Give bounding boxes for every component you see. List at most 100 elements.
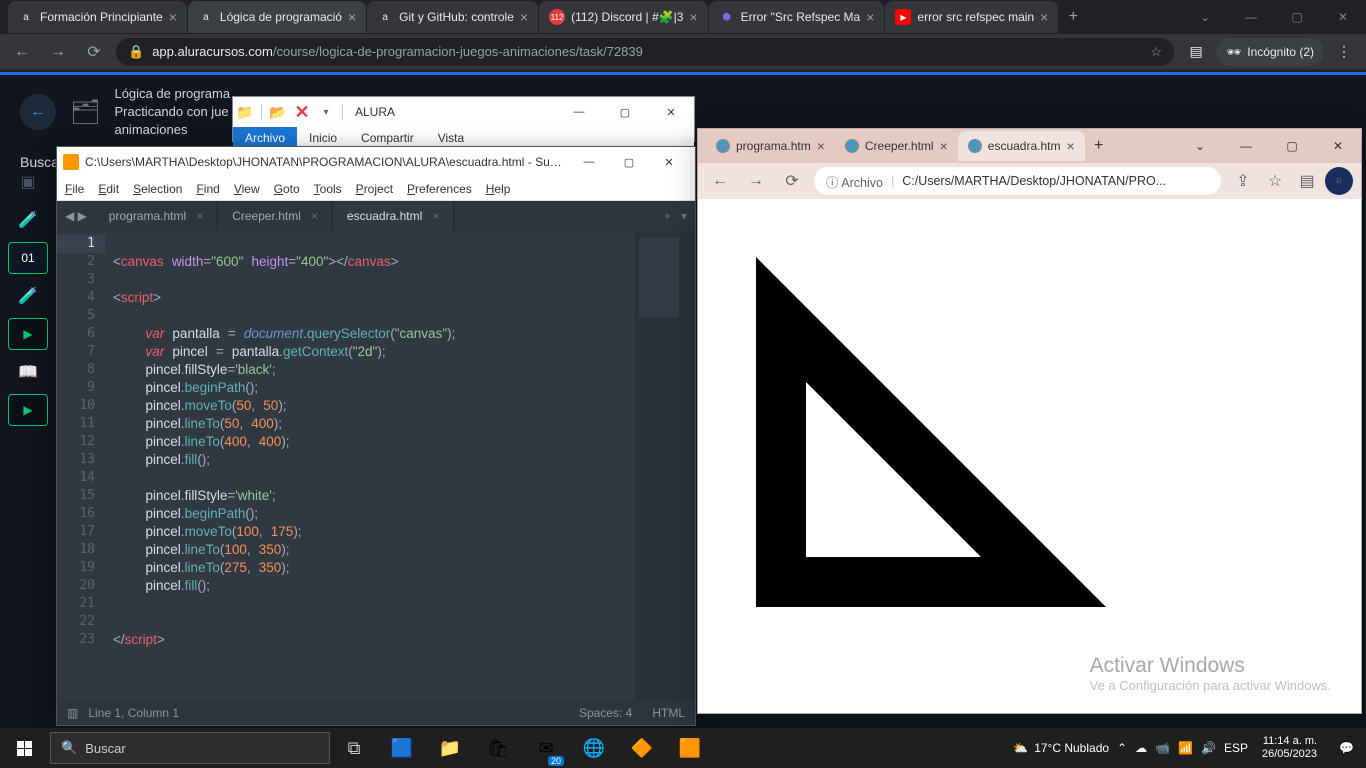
menu-edit[interactable]: Edit <box>98 182 119 196</box>
chrome-window-preview[interactable]: 🌐programa.htm× 🌐Creeper.html× 🌐escuadra.… <box>697 128 1362 714</box>
maximize-icon[interactable]: ▢ <box>609 147 649 177</box>
address-bar[interactable]: 🔒 app.aluracursos.com/course/logica-de-p… <box>116 38 1174 66</box>
browser-tab[interactable]: aGit y GitHub: controle× <box>367 1 538 33</box>
new-tab-button[interactable]: + <box>1059 8 1087 26</box>
store-icon[interactable]: 🛍 <box>474 728 522 768</box>
chevron-down-icon[interactable]: ▾ <box>317 103 335 121</box>
chevron-down-icon[interactable]: ⌄ <box>1182 0 1228 34</box>
menu-find[interactable]: Find <box>196 182 219 196</box>
close-icon[interactable]: × <box>689 9 697 25</box>
star-icon[interactable]: ☆ <box>1261 167 1289 195</box>
meet-now-icon[interactable]: 📹 <box>1155 741 1170 755</box>
close-icon[interactable]: × <box>196 209 203 223</box>
close-icon[interactable]: × <box>311 209 318 223</box>
menu-view[interactable]: View <box>234 182 260 196</box>
sidebar-icon[interactable]: ▣ <box>8 166 48 198</box>
new-tab-button[interactable]: + <box>1085 137 1113 155</box>
language-indicator[interactable]: ESP <box>1224 741 1248 755</box>
close-icon[interactable]: × <box>520 9 528 25</box>
sublime-window[interactable]: C:\Users\MARTHA\Desktop\JHONATAN\PROGRAM… <box>56 146 696 726</box>
close-icon[interactable]: × <box>1066 138 1074 154</box>
close-icon[interactable]: × <box>940 138 948 154</box>
incognito-indicator[interactable]: 🕶 Incógnito (2) <box>1216 38 1324 66</box>
minimize-icon[interactable]: — <box>1228 0 1274 34</box>
editor-tab[interactable]: escuadra.html× <box>333 201 454 231</box>
close-icon[interactable]: ✕ <box>1320 0 1366 34</box>
sidebar-icon[interactable]: 🧪 <box>8 204 48 236</box>
address-bar[interactable]: ⓘ Archivo | C:/Users/MARTHA/Desktop/JHON… <box>814 167 1221 195</box>
chevron-up-icon[interactable]: ⌃ <box>1117 741 1127 755</box>
weather-widget[interactable]: ⛅ 17°C Nublado <box>1013 741 1109 755</box>
close-icon[interactable]: ✕ <box>649 147 689 177</box>
minimize-icon[interactable]: — <box>556 97 602 127</box>
mail-icon[interactable]: ✉20 <box>522 728 570 768</box>
forward-button[interactable]: → <box>44 38 72 66</box>
maximize-icon[interactable]: ▢ <box>1274 0 1320 34</box>
extensions-icon[interactable]: ▤ <box>1293 167 1321 195</box>
minimap[interactable] <box>635 231 695 701</box>
browser-tab[interactable]: aFormación Principiante× <box>8 1 187 33</box>
sublime-titlebar[interactable]: C:\Users\MARTHA\Desktop\JHONATAN\PROGRAM… <box>57 147 695 177</box>
git-icon[interactable]: 🔶 <box>618 728 666 768</box>
close-icon[interactable]: × <box>1040 9 1048 25</box>
maximize-icon[interactable]: ▢ <box>602 97 648 127</box>
browser-tab[interactable]: 🌐escuadra.htm× <box>958 131 1085 161</box>
sublime-icon[interactable]: 🟧 <box>666 728 714 768</box>
close-icon[interactable]: × <box>866 9 874 25</box>
folder-open-icon[interactable]: 📂 <box>269 103 287 121</box>
tab-overflow[interactable]: + ▾ <box>656 201 695 231</box>
extensions-icon[interactable]: ▤ <box>1182 38 1210 66</box>
menu-goto[interactable]: Goto <box>274 182 300 196</box>
maximize-icon[interactable]: ▢ <box>1269 129 1315 163</box>
close-icon[interactable]: × <box>169 9 177 25</box>
explorer-icon[interactable]: 📁 <box>426 728 474 768</box>
start-button[interactable] <box>0 728 48 768</box>
status-spaces[interactable]: Spaces: 4 <box>579 706 632 720</box>
code-editor[interactable]: <canvas width="600" height="400"></canva… <box>105 231 635 701</box>
profile-avatar[interactable]: R <box>1325 167 1353 195</box>
panel-toggle-icon[interactable]: ▥ <box>67 706 78 720</box>
chrome-icon[interactable]: 🌐 <box>570 728 618 768</box>
sidebar-icon[interactable]: 🧪 <box>8 280 48 312</box>
taskbar-search[interactable]: 🔍 Buscar <box>50 732 330 764</box>
close-icon[interactable]: × <box>432 209 439 223</box>
sidebar-icon[interactable]: 📖 <box>8 356 48 388</box>
browser-tab[interactable]: aLógica de programació× <box>188 1 366 33</box>
task-view-icon[interactable]: ⧉ <box>330 728 378 768</box>
minimize-icon[interactable]: — <box>1223 129 1269 163</box>
sidebar-item[interactable]: ▶ <box>8 394 48 426</box>
browser-tab[interactable]: ▶error src refspec main× <box>885 1 1058 33</box>
browser-tab[interactable]: 🌐programa.htm× <box>706 131 835 161</box>
volume-icon[interactable]: 🔊 <box>1201 741 1216 755</box>
close-icon[interactable]: ✕ <box>1315 129 1361 163</box>
menu-tools[interactable]: Tools <box>314 182 342 196</box>
browser-tab[interactable]: ⬢Error "Src Refspec Ma× <box>709 1 885 33</box>
onedrive-icon[interactable]: ☁ <box>1135 741 1147 755</box>
sidebar-item[interactable]: 01 <box>8 242 48 274</box>
file-explorer-window[interactable]: 📁 📂 ✕ ▾ ALURA — ▢ ✕ Archivo Inicio Compa… <box>232 96 695 142</box>
minimize-icon[interactable]: — <box>569 147 609 177</box>
delete-icon[interactable]: ✕ <box>293 103 311 121</box>
editor-tab[interactable]: programa.html× <box>95 201 218 231</box>
menu-selection[interactable]: Selection <box>133 182 182 196</box>
sidebar-item[interactable]: ▶ <box>8 318 48 350</box>
clock[interactable]: 11:14 a. m. 26/05/2023 <box>1256 735 1323 761</box>
back-button[interactable]: ← <box>8 38 36 66</box>
menu-button[interactable]: ⋮ <box>1330 38 1358 66</box>
reload-button[interactable]: ⟳ <box>778 167 806 195</box>
wifi-icon[interactable]: 📶 <box>1178 741 1193 755</box>
menu-file[interactable]: File <box>65 182 84 196</box>
back-button[interactable]: ← <box>20 94 56 130</box>
star-icon[interactable]: ☆ <box>1150 44 1162 60</box>
share-icon[interactable]: ⇪ <box>1229 167 1257 195</box>
close-icon[interactable]: ✕ <box>648 97 694 127</box>
menu-preferences[interactable]: Preferences <box>407 182 472 196</box>
explorer-titlebar[interactable]: 📁 📂 ✕ ▾ ALURA — ▢ ✕ <box>233 97 694 127</box>
close-icon[interactable]: × <box>817 138 825 154</box>
notifications-icon[interactable]: 💬 <box>1331 741 1362 755</box>
browser-tab[interactable]: 112(112) Discord | #🧩|3× <box>539 1 708 33</box>
status-language[interactable]: HTML <box>652 706 685 720</box>
reload-button[interactable]: ⟳ <box>80 38 108 66</box>
forward-button[interactable]: → <box>742 167 770 195</box>
tab-nav-arrows[interactable]: ◀ ▶ <box>57 201 95 231</box>
